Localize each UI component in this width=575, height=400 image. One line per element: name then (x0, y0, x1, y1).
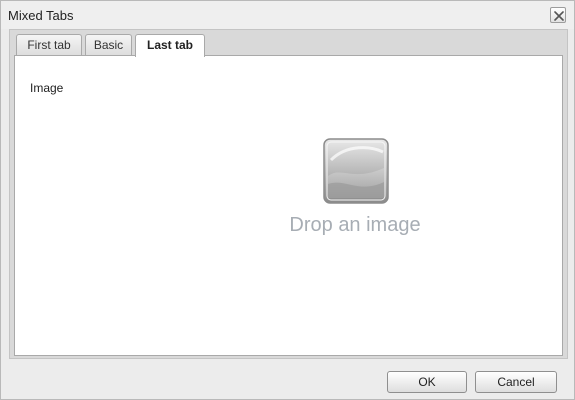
dialog-footer: OK Cancel (1, 359, 574, 399)
close-icon (554, 11, 564, 21)
dialog-body: First tab Basic Last tab Image Drop an i… (9, 29, 568, 359)
tab-strip: First tab Basic Last tab (10, 30, 567, 57)
dialog-titlebar[interactable]: Mixed Tabs (1, 1, 574, 29)
tab-first[interactable]: First tab (16, 34, 82, 56)
drop-image-text: Drop an image (289, 214, 421, 236)
image-placeholder-icon (323, 138, 389, 204)
dialog-title: Mixed Tabs (8, 8, 74, 23)
cancel-button[interactable]: Cancel (475, 371, 557, 393)
close-button[interactable] (550, 7, 566, 23)
image-field-label: Image (30, 81, 64, 95)
tab-panel: Image Drop an image (14, 55, 563, 356)
tab-basic[interactable]: Basic (85, 34, 132, 56)
image-drop-zone[interactable]: Drop an image (280, 138, 430, 248)
tab-last[interactable]: Last tab (135, 34, 205, 57)
ok-button[interactable]: OK (387, 371, 467, 393)
dialog-window: Mixed Tabs First tab Basic Last tab Imag… (0, 0, 575, 400)
